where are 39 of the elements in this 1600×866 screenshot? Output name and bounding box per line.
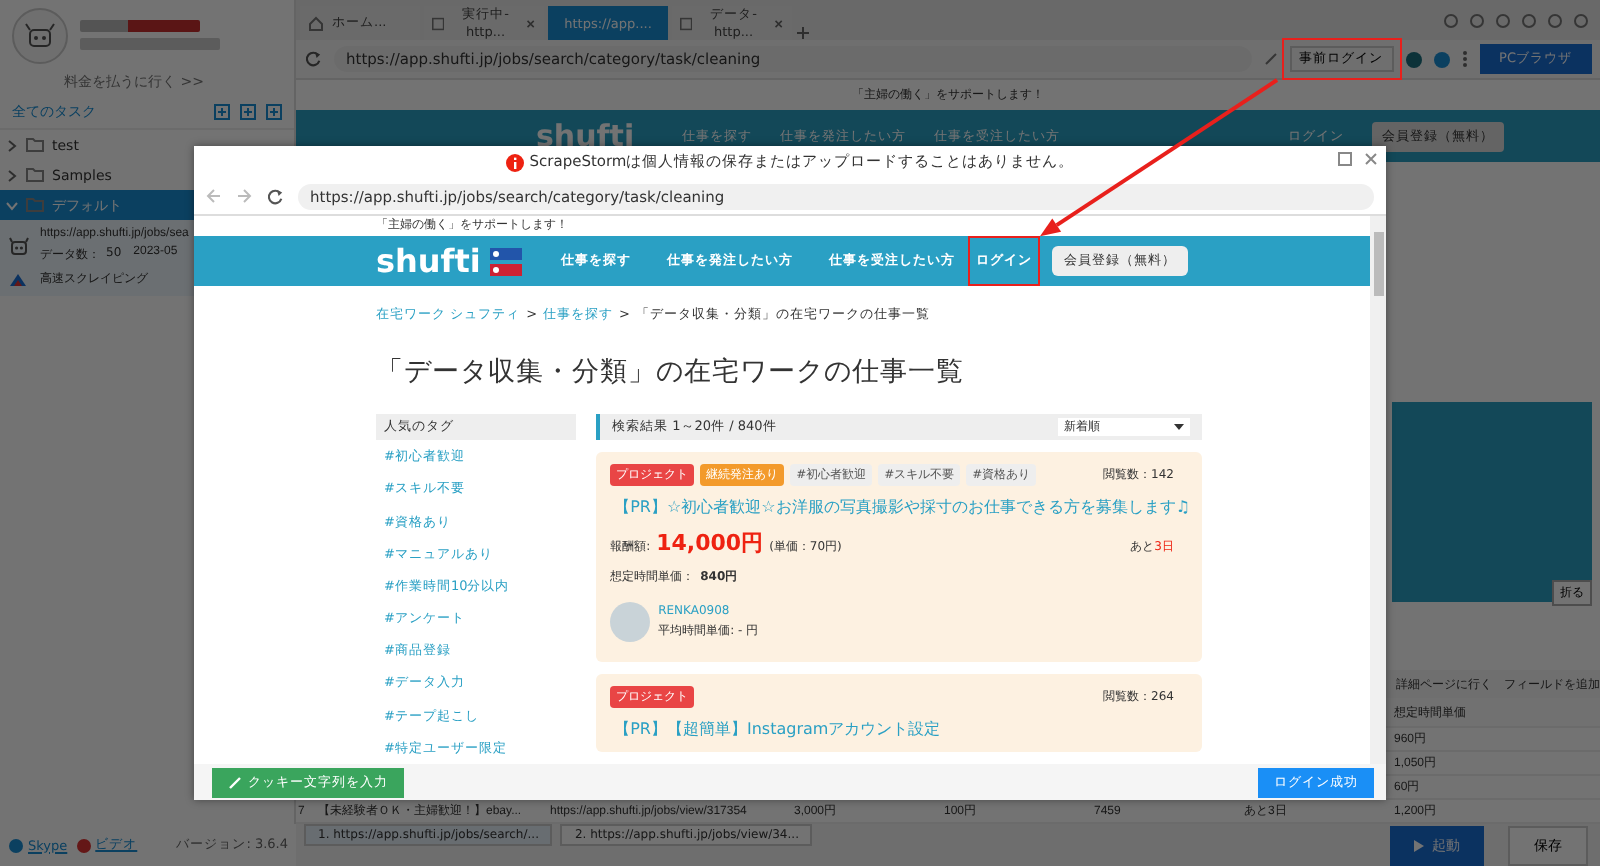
- pencil-icon: [228, 775, 242, 789]
- reward-amount: 14,000円: [656, 528, 764, 559]
- refresh-icon[interactable]: [266, 187, 284, 205]
- pencil-icon[interactable]: [1263, 52, 1278, 66]
- robot-icon: [24, 22, 56, 50]
- back-arrow-icon[interactable]: [206, 188, 222, 204]
- refresh-icon[interactable]: [304, 50, 322, 68]
- page-heading: 「データ収集・分類」の在宅ワークの仕事一覧: [376, 356, 966, 391]
- carp-streamer-icon: [488, 243, 525, 280]
- chevron-right-icon[interactable]: [6, 169, 18, 181]
- redaction-block: [80, 20, 200, 32]
- highlight-frame: [968, 236, 1040, 287]
- scrollbar[interactable]: [1370, 216, 1386, 764]
- site-logo[interactable]: shufti: [536, 118, 635, 154]
- page-icon: [680, 15, 693, 31]
- status-dot-icon: [1405, 51, 1422, 67]
- job-title[interactable]: 【PR】☆初心者歓迎☆お洋服の写真撮影や採寸のお仕事できる方を募集します♫: [610, 496, 1190, 519]
- info-icon[interactable]: [1433, 51, 1450, 67]
- chat-icon[interactable]: [8, 837, 24, 853]
- job-title[interactable]: 【PR】【超簡単】Instagramアカウント設定: [610, 718, 1190, 741]
- info-icon: [505, 153, 524, 171]
- chevron-down-icon[interactable]: [6, 199, 18, 211]
- forward-arrow-icon[interactable]: [236, 188, 252, 204]
- play-icon: [1414, 839, 1424, 851]
- page-icon: [432, 15, 445, 31]
- chevron-right-icon[interactable]: [6, 139, 18, 151]
- highlight-frame: [1281, 38, 1402, 80]
- avatar: [610, 602, 651, 643]
- scrollbar-thumb[interactable]: [1373, 232, 1383, 296]
- add-tab-icon[interactable]: [796, 26, 810, 40]
- caret-icon: [1174, 423, 1184, 432]
- video-icon[interactable]: [75, 837, 92, 853]
- more-icon[interactable]: [1461, 50, 1468, 68]
- maximize-icon[interactable]: [1338, 152, 1352, 166]
- speed-icon: [8, 271, 28, 287]
- site-logo[interactable]: shufti: [376, 242, 481, 281]
- home-icon: [308, 15, 324, 31]
- robot-icon: [8, 235, 30, 257]
- add-icon[interactable]: [240, 104, 256, 120]
